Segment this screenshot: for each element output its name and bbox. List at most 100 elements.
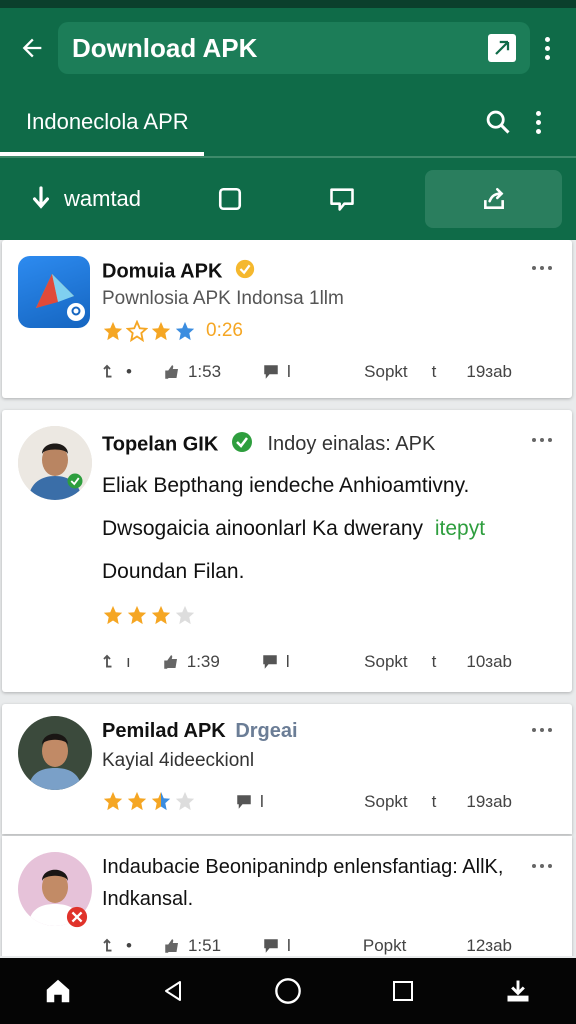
repost-stat[interactable]: ı [100, 652, 131, 672]
star-icon [175, 321, 195, 341]
verified-badge-icon [230, 430, 254, 460]
retweet-icon [103, 938, 112, 952]
time-label: 10ɜab [466, 652, 512, 671]
support-label[interactable]: Sopkt [364, 792, 407, 812]
card-title: Pemilad APK Drgeai [102, 720, 298, 743]
open-external-button[interactable] [488, 34, 516, 62]
triangle-back-icon [164, 981, 181, 1001]
status-bar [0, 0, 576, 8]
card-subtitle: Pownlosia APK Indonsa 1llm [102, 288, 344, 309]
action-bar: wamtad [0, 158, 576, 240]
comment-bubble-icon [237, 795, 251, 809]
overflow-menu-button[interactable] [530, 36, 564, 60]
title-bar[interactable]: Download APK [58, 22, 530, 74]
list-item[interactable]: Pemilad APK Drgeai Kayial 4ideeckionl l … [2, 704, 572, 834]
comment-bubble-icon [264, 939, 278, 953]
card-more-button[interactable] [532, 728, 552, 732]
repost-stat[interactable]: • [100, 362, 132, 382]
card-subtitle: Kayial 4ideeckionl [102, 750, 255, 771]
repost-count: • [126, 936, 132, 955]
star-icon [175, 605, 195, 625]
list-item[interactable]: Topelan GIK Indoy einalas: APK Eliak Bep… [2, 410, 572, 692]
repost-count: ı [126, 652, 131, 671]
like-stat[interactable]: 1:39 [161, 652, 220, 672]
share-button[interactable] [425, 170, 562, 228]
search-icon [486, 110, 510, 134]
card-body-line-3: Doundan Filan. [102, 560, 245, 583]
comment-stat[interactable]: l [261, 362, 291, 382]
comment-icon [329, 188, 354, 211]
app-logo [18, 256, 90, 328]
apk-logo-icon [36, 274, 85, 321]
like-stat[interactable]: 1:53 [162, 362, 221, 382]
support-count: t [431, 792, 437, 811]
support-label[interactable]: Sopkt [364, 652, 407, 672]
like-stat[interactable]: 1:51 [162, 936, 221, 956]
card-body-text: Dwsogaicia ainoonlarl Ka dwerany [102, 517, 424, 540]
home-nav-button[interactable] [30, 963, 86, 1019]
comment-button[interactable] [313, 174, 370, 224]
star-rating [102, 790, 196, 812]
verified-badge-icon [234, 258, 256, 286]
support-label[interactable]: Sopkt [364, 362, 407, 382]
share-icon [483, 187, 504, 209]
card-title: Topelan GIK Indoy einalas: APK [102, 430, 435, 460]
system-nav-bar [0, 958, 576, 1024]
back-nav-button[interactable] [145, 963, 201, 1019]
list-item[interactable]: Domuia APK Pownlosia APK Indonsa 1llm 0:… [2, 240, 572, 398]
sub-overflow-menu-button[interactable] [518, 102, 558, 142]
arrow-left-icon [22, 38, 42, 58]
support-label[interactable]: Popkt [363, 936, 406, 956]
comment-count: l [287, 362, 291, 381]
download-nav-button[interactable] [490, 963, 546, 1019]
tab-indonesia-apk[interactable]: Indoneclola APR [26, 109, 478, 135]
repost-stat[interactable]: • [100, 936, 132, 956]
list-item[interactable]: Indaubacie Beonipanindp enlensfantiag: A… [2, 836, 572, 956]
card-stats: l Sopkt t 19ɜab [234, 792, 512, 812]
comment-bubble-icon [264, 365, 278, 379]
comment-count: l [285, 652, 290, 671]
repost-count: • [126, 362, 132, 381]
card-title-text: Pemilad APK [102, 720, 226, 742]
select-button[interactable] [201, 174, 258, 224]
card-more-button[interactable] [532, 864, 552, 868]
recents-nav-button[interactable] [375, 963, 431, 1019]
avatar [18, 716, 92, 790]
star-icon [151, 605, 171, 625]
card-body-link[interactable]: itepyt [435, 517, 485, 540]
home-icon [46, 979, 69, 1003]
card-stats: ı 1:39 l Sopkt t 10ɜab [100, 652, 512, 672]
home-circle-nav-button[interactable] [260, 963, 316, 1019]
comment-bubble-icon [263, 655, 277, 669]
download-button[interactable]: wamtad [30, 186, 201, 212]
card-body-line-2: Dwsogaicia ainoonlarl Ka dwerany itepyt [102, 517, 485, 541]
star-icon [175, 791, 195, 811]
rating-value: 0:26 [206, 320, 243, 341]
like-count: 1:39 [186, 652, 220, 671]
download-arrow-icon [32, 186, 50, 209]
retweet-icon [103, 364, 112, 378]
circle-icon [275, 978, 301, 1004]
comment-stat[interactable]: l [260, 652, 290, 672]
card-more-button[interactable] [532, 266, 552, 270]
comment-stat[interactable]: l [261, 936, 291, 956]
star-rating: 0:26 [102, 320, 243, 342]
app-bar: Download APK [0, 8, 576, 88]
card-title: Indaubacie Beonipanindp enlensfantiag: A… [102, 856, 504, 878]
card-more-button[interactable] [532, 438, 552, 442]
star-icon [151, 321, 171, 341]
star-half-icon [151, 791, 171, 811]
download-tray-icon [507, 980, 529, 1002]
star-icon [103, 321, 123, 341]
card-stats: • 1:51 l Popkt 12ɜab [100, 936, 512, 956]
star-rating [102, 604, 196, 626]
time-label: 19ɜab [466, 792, 512, 811]
back-button[interactable] [12, 28, 52, 68]
card-body-line-1: Eliak Bepthang iendeche Anhioamtivny. [102, 474, 470, 497]
star-icon [127, 791, 147, 811]
square-icon [218, 187, 241, 211]
card-title-extra: Indoy einalas: APK [267, 433, 436, 456]
comment-stat[interactable]: l [234, 792, 264, 812]
thumbs-up-icon [163, 655, 177, 669]
search-button[interactable] [478, 102, 518, 142]
